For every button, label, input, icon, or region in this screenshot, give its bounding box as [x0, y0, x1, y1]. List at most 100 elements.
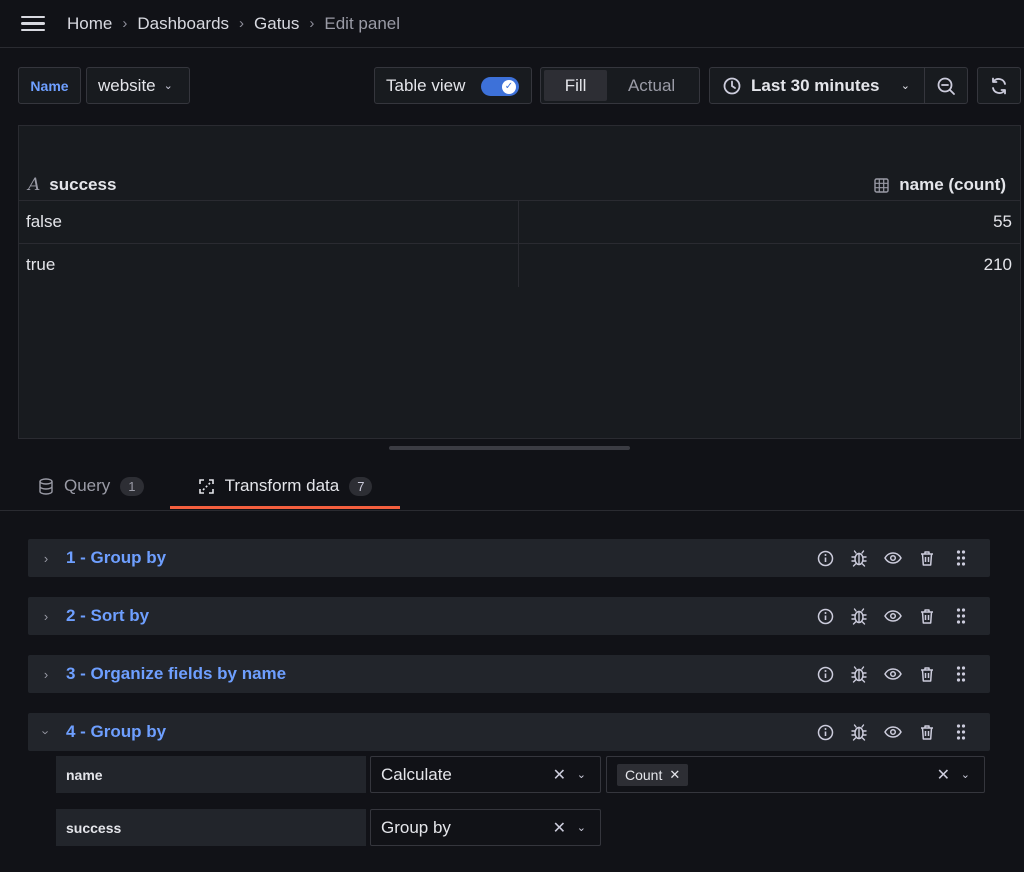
drag-handle-icon[interactable] [944, 539, 978, 577]
tab-query-label: Query [64, 476, 111, 495]
chevron-right-icon: › [122, 15, 128, 32]
calculation-chip: Count ✕ [617, 763, 689, 786]
calculations-select[interactable]: Count ✕ ✕ ⌄ [606, 756, 985, 793]
chevron-right-icon[interactable]: › [28, 667, 64, 682]
cell-count: 55 [993, 212, 1012, 231]
breadcrumb: Home › Dashboards › Gatus › Edit panel [67, 14, 400, 34]
table-preview-panel: A success name (count) false 55 true 210 [18, 125, 1021, 439]
breadcrumb-gatus[interactable]: Gatus [254, 14, 299, 34]
drag-handle-icon[interactable] [944, 655, 978, 693]
table-header: A success name (count) [19, 170, 1020, 201]
chip-label: Count [625, 766, 663, 783]
clear-icon[interactable]: ✕ [553, 818, 566, 838]
column-header-success[interactable]: A success [28, 175, 116, 195]
chevron-down-icon[interactable]: ⌄ [961, 768, 970, 781]
trash-icon[interactable] [910, 597, 944, 635]
clear-icon[interactable]: ✕ [937, 765, 950, 785]
fill-button[interactable]: Fill [544, 70, 608, 101]
trash-icon[interactable] [910, 713, 944, 751]
table-view-switch[interactable]: ✓ [481, 77, 519, 96]
transformation-actions [808, 539, 978, 577]
transformation-title[interactable]: 4 - Group by [66, 722, 166, 742]
database-icon [38, 477, 54, 495]
menu-icon[interactable] [21, 15, 45, 32]
clock-icon [723, 77, 741, 95]
time-range-label: Last 30 minutes [751, 75, 880, 95]
chevron-right-icon: › [239, 15, 245, 32]
time-range-picker[interactable]: Last 30 minutes ⌄ [709, 67, 925, 104]
table-view-toggle[interactable]: Table view ✓ [374, 67, 532, 104]
breadcrumb-dashboards[interactable]: Dashboards [137, 14, 229, 34]
bug-icon[interactable] [842, 713, 876, 751]
drag-handle-icon[interactable] [944, 713, 978, 751]
tab-query[interactable]: Query 1 [38, 466, 144, 506]
tab-transform-data[interactable]: Transform data 7 [170, 466, 400, 509]
eye-icon[interactable] [876, 655, 910, 693]
info-icon[interactable] [808, 539, 842, 577]
info-icon[interactable] [808, 597, 842, 635]
chevron-down-icon: ⌄ [900, 80, 910, 92]
trash-icon[interactable] [910, 655, 944, 693]
transformation-actions [808, 655, 978, 693]
transformation-actions [808, 713, 978, 751]
string-type-icon: A [28, 175, 41, 195]
top-nav-bar: Home › Dashboards › Gatus › Edit panel [0, 0, 1024, 48]
eye-icon[interactable] [876, 597, 910, 635]
variable-select[interactable]: website ⌄ [86, 67, 190, 104]
transformation-title[interactable]: 2 - Sort by [66, 606, 149, 626]
info-icon[interactable] [808, 655, 842, 693]
column-header-label: name (count) [899, 175, 1006, 194]
chevron-right-icon[interactable]: › [28, 609, 64, 624]
transformation-row[interactable]: › 3 - Organize fields by name [28, 655, 990, 693]
table-row: true 210 [19, 244, 1020, 287]
check-icon: ✓ [502, 79, 516, 94]
chevron-down-icon[interactable]: ⌄ [577, 768, 586, 781]
column-header-label: success [49, 175, 117, 194]
transformation-row[interactable]: › 1 - Group by [28, 539, 990, 577]
info-icon[interactable] [808, 713, 842, 751]
transformation-title[interactable]: 3 - Organize fields by name [66, 664, 286, 684]
chevron-down-icon: ⌄ [163, 80, 173, 92]
table-view-label: Table view [386, 75, 466, 95]
bug-icon[interactable] [842, 597, 876, 635]
transformation-actions [808, 597, 978, 635]
breadcrumb-home[interactable]: Home [67, 14, 112, 34]
clear-icon[interactable]: ✕ [553, 765, 566, 785]
select-value: Calculate [381, 764, 452, 784]
panel-resize-handle[interactable] [389, 446, 630, 450]
tab-transform-label: Transform data [224, 476, 340, 495]
number-type-icon [874, 177, 889, 193]
trash-icon[interactable] [910, 539, 944, 577]
breadcrumb-edit-panel: Edit panel [324, 13, 401, 33]
transform-count-badge: 7 [349, 476, 373, 496]
chevron-down-icon[interactable]: ⌄ [577, 821, 586, 834]
fill-actual-toggle: Fill Actual [540, 67, 700, 104]
editor-tabs: Query 1 Transform data 7 [0, 466, 1024, 511]
remove-chip-icon[interactable]: ✕ [669, 767, 680, 783]
transformation-row[interactable]: › 2 - Sort by [28, 597, 990, 635]
actual-button[interactable]: Actual [607, 70, 696, 101]
group-by-mode-select[interactable]: Group by ✕ ⌄ [370, 809, 601, 846]
column-header-name-count[interactable]: name (count) [874, 175, 1006, 195]
group-by-field-success: success [56, 809, 366, 846]
drag-handle-icon[interactable] [944, 597, 978, 635]
eye-icon[interactable] [876, 713, 910, 751]
refresh-button[interactable] [977, 67, 1021, 104]
chevron-right-icon: › [309, 15, 315, 32]
variable-value: website [98, 75, 156, 95]
transformation-title[interactable]: 1 - Group by [66, 548, 166, 568]
group-by-mode-select[interactable]: Calculate ✕ ⌄ [370, 756, 601, 793]
cell-success: false [26, 212, 62, 231]
table-row: false 55 [19, 201, 1020, 244]
cell-count: 210 [983, 255, 1012, 274]
variable-label: Name [18, 67, 81, 104]
refresh-icon [989, 76, 1009, 96]
chevron-down-icon[interactable]: › [39, 714, 54, 750]
eye-icon[interactable] [876, 539, 910, 577]
bug-icon[interactable] [842, 655, 876, 693]
chevron-right-icon[interactable]: › [28, 551, 64, 566]
transformation-row[interactable]: › 4 - Group by [28, 713, 990, 751]
bug-icon[interactable] [842, 539, 876, 577]
zoom-out-icon [936, 76, 956, 96]
zoom-out-button[interactable] [924, 67, 968, 104]
